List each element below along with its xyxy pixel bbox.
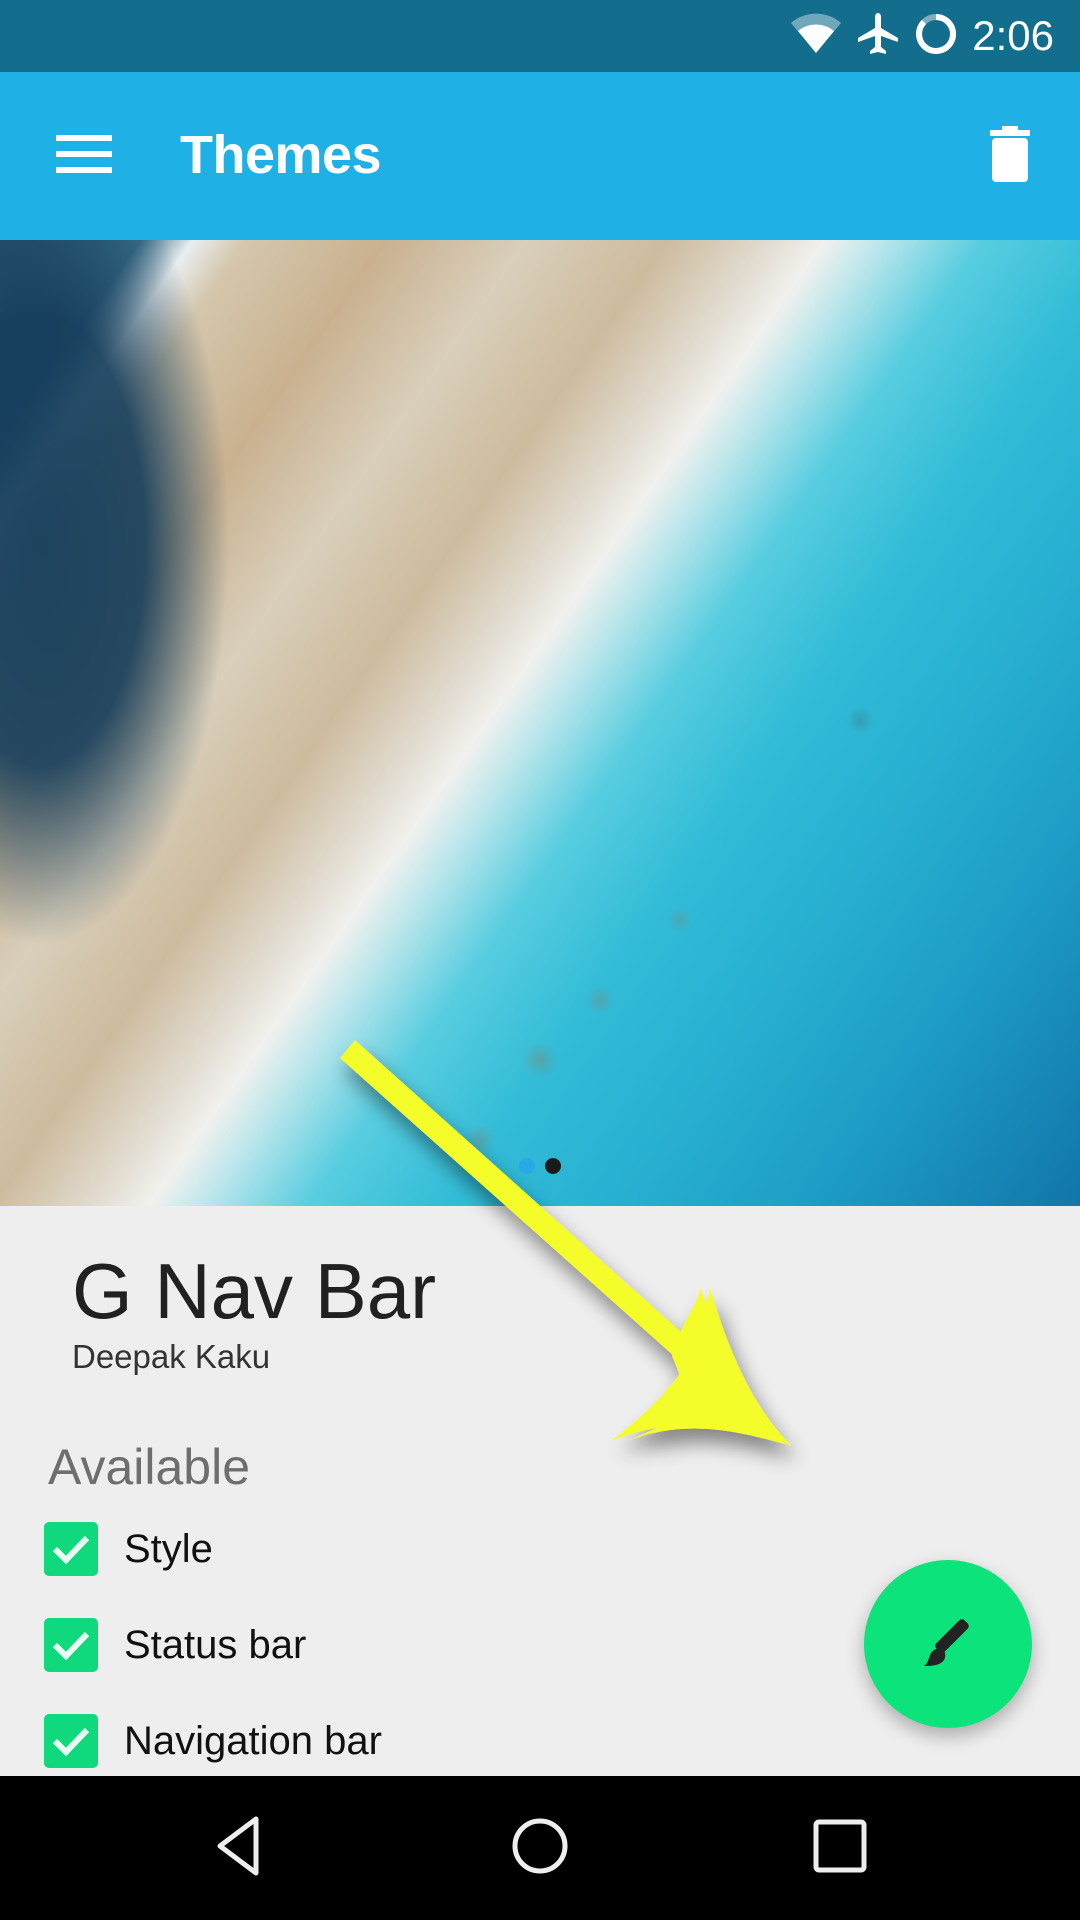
status-icons: 2:06	[790, 0, 1054, 72]
checkmark-icon	[52, 1727, 90, 1757]
checkbox-status-bar[interactable]: Status bar	[44, 1618, 306, 1672]
airplane-mode-icon	[856, 11, 900, 62]
checkbox-label: Status bar	[124, 1622, 307, 1667]
checkbox-checked[interactable]	[44, 1618, 98, 1672]
recents-icon	[812, 1818, 868, 1879]
checkbox-checked[interactable]	[44, 1522, 98, 1576]
trash-icon	[988, 125, 1032, 187]
checkbox-style[interactable]: Style	[44, 1522, 213, 1576]
paintbrush-icon	[916, 1610, 980, 1679]
nav-recents-button[interactable]	[780, 1798, 900, 1898]
available-heading: Available	[48, 1439, 251, 1495]
theme-author: Deepak Kaku	[72, 1338, 271, 1375]
pager-dot[interactable]	[545, 1158, 561, 1174]
status-time: 2:06	[972, 12, 1054, 59]
page-title: Themes	[180, 125, 382, 185]
nav-back-button[interactable]	[180, 1798, 300, 1898]
app-bar: Themes	[0, 72, 1080, 240]
checkbox-checked[interactable]	[44, 1714, 98, 1768]
theme-preview-image[interactable]	[0, 240, 1080, 1206]
checkmark-icon	[52, 1535, 90, 1565]
status-bar: 2:06	[0, 0, 1080, 72]
wifi-icon	[790, 13, 842, 60]
checkbox-label: Navigation bar	[124, 1718, 382, 1763]
menu-button[interactable]	[40, 116, 128, 196]
delete-theme-button[interactable]	[970, 116, 1050, 196]
system-nav-bar	[0, 1776, 1080, 1920]
theme-name: G Nav Bar	[72, 1247, 437, 1335]
back-icon	[210, 1815, 270, 1882]
checkbox-navigation-bar[interactable]: Navigation bar	[44, 1714, 382, 1768]
pager-dot-active[interactable]	[519, 1158, 535, 1174]
battery-saver-ring-icon	[914, 12, 958, 61]
apply-theme-fab[interactable]	[864, 1560, 1032, 1728]
hamburger-menu-icon	[56, 133, 112, 180]
preview-pager-indicator	[0, 1158, 1080, 1174]
checkmark-icon	[52, 1631, 90, 1661]
checkbox-label: Style	[124, 1526, 213, 1571]
nav-home-button[interactable]	[480, 1798, 600, 1898]
home-icon	[510, 1816, 570, 1881]
